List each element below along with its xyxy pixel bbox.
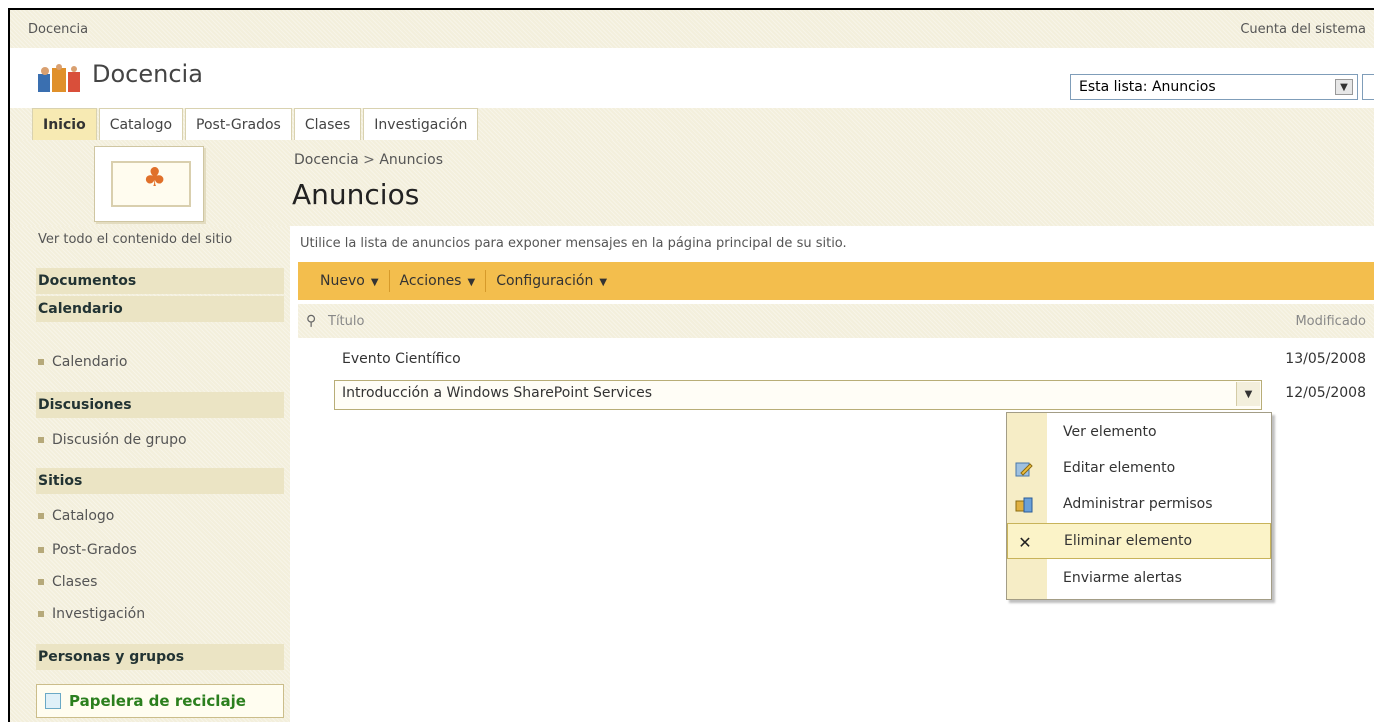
quick-launch: Ver todo el contenido del sitio Document… (10, 226, 290, 722)
table-row[interactable]: Evento Científico 13/05/2008 (298, 346, 1374, 376)
new-label: Nuevo (320, 273, 365, 289)
recycle-bin-link[interactable]: Papelera de reciclaje (36, 684, 284, 718)
permissions-icon (1015, 496, 1033, 514)
account-menu[interactable]: Cuenta del sistema (1240, 22, 1366, 37)
row-modified: 13/05/2008 (1285, 351, 1366, 367)
table-row-selected[interactable]: Introducción a Windows SharePoint Servic… (298, 380, 1374, 410)
bullet-icon (38, 513, 44, 519)
search-scope-value: Esta lista: Anuncios (1079, 79, 1216, 95)
tab-post-grados[interactable]: Post-Grados (185, 108, 292, 140)
column-title[interactable]: Título (328, 314, 364, 329)
nav-item-catalogo[interactable]: Catalogo (38, 508, 114, 524)
column-modified[interactable]: Modificado (1295, 314, 1366, 329)
delete-icon: ✕ (1018, 532, 1032, 552)
list-description: Utilice la lista de anuncios para expone… (300, 236, 847, 251)
item-context-menu: Ver elemento Editar elemento Administrar… (1006, 412, 1272, 600)
menu-item-view[interactable]: Ver elemento (1007, 415, 1271, 451)
breadcrumb-site[interactable]: Docencia (294, 152, 359, 168)
nav-item-label: Calendario (52, 354, 128, 370)
nav-calendar-heading[interactable]: Calendario (36, 296, 284, 322)
menu-item-label: Eliminar elemento (1064, 533, 1193, 549)
search-scope-select[interactable]: Esta lista: Anuncios ▼ (1070, 74, 1358, 100)
menu-item-label: Administrar permisos (1063, 496, 1213, 512)
site-logo-icon (38, 64, 80, 92)
nav-item-label: Post-Grados (52, 542, 137, 558)
recycle-bin-label: Papelera de reciclaje (69, 692, 246, 710)
view-all-content-link[interactable]: Ver todo el contenido del sitio (38, 232, 268, 248)
menu-item-alerts[interactable]: Enviarme alertas (1007, 561, 1271, 597)
menu-item-label: Ver elemento (1063, 424, 1157, 440)
menu-item-label: Editar elemento (1063, 460, 1176, 476)
bullet-icon (38, 547, 44, 553)
nav-item-label: Catalogo (52, 508, 115, 524)
site-title[interactable]: Docencia (92, 60, 203, 88)
settings-label: Configuración (496, 273, 594, 289)
bullet-icon (38, 611, 44, 617)
chevron-down-icon: ▼ (370, 277, 379, 288)
tab-clases[interactable]: Clases (293, 108, 362, 140)
announcements-icon: ♣ (94, 146, 204, 222)
nav-item-investigacion[interactable]: Investigación (38, 606, 145, 622)
nav-item-label: Clases (52, 574, 98, 590)
menu-item-permissions[interactable]: Administrar permisos (1007, 487, 1271, 523)
list-toolbar: Nuevo ▼ Acciones ▼ Configuración ▼ (298, 262, 1374, 300)
title-area: ♣ Docencia > Anuncios Anuncios (10, 140, 1374, 226)
nav-item-label: Discusión de grupo (52, 432, 187, 448)
nav-sites-heading[interactable]: Sitios (36, 468, 284, 494)
nav-documents[interactable]: Documentos (36, 268, 284, 294)
top-nav-tabs: Inicio Catalogo Post-Grados Clases Inves… (10, 108, 1374, 140)
site-header: Docencia Esta lista: Anuncios ▼ (10, 48, 1374, 108)
new-menu-button[interactable]: Nuevo ▼ (310, 273, 389, 289)
page-title: Anuncios (292, 178, 420, 211)
breadcrumb-separator: > (358, 152, 380, 168)
menu-item-delete[interactable]: ✕ Eliminar elemento (1007, 523, 1271, 559)
bullet-icon (38, 579, 44, 585)
tab-inicio[interactable]: Inicio (32, 108, 97, 140)
row-title[interactable]: Introducción a Windows SharePoint Servic… (342, 385, 652, 401)
actions-menu-button[interactable]: Acciones ▼ (390, 273, 486, 289)
tab-catalogo[interactable]: Catalogo (98, 108, 184, 140)
settings-menu-button[interactable]: Configuración ▼ (486, 273, 617, 289)
recycle-bin-icon (45, 693, 61, 709)
row-modified: 12/05/2008 (1285, 385, 1366, 401)
nav-item-label: Investigación (52, 606, 146, 622)
nav-item-post-grados[interactable]: Post-Grados (38, 542, 137, 558)
nav-people-heading[interactable]: Personas y grupos (36, 644, 284, 670)
chevron-down-icon[interactable]: ▼ (1236, 382, 1260, 406)
nav-item-clases[interactable]: Clases (38, 574, 97, 590)
breadcrumb: Docencia > Anuncios (294, 152, 443, 168)
tab-investigacion[interactable]: Investigación (363, 108, 479, 140)
column-header-row: ⚲ Título Modificado (298, 304, 1374, 338)
site-link[interactable]: Docencia (28, 22, 88, 37)
chevron-down-icon: ▼ (599, 277, 608, 288)
attachment-icon[interactable]: ⚲ (306, 313, 316, 329)
menu-item-edit[interactable]: Editar elemento (1007, 451, 1271, 487)
row-title[interactable]: Evento Científico (342, 351, 461, 367)
nav-item-discusion[interactable]: Discusión de grupo (38, 432, 187, 448)
breadcrumb-current[interactable]: Anuncios (379, 152, 443, 168)
search-input[interactable] (1362, 74, 1374, 100)
actions-label: Acciones (399, 273, 462, 289)
bullet-icon (38, 437, 44, 443)
bullet-icon (38, 359, 44, 365)
nav-discussions-heading[interactable]: Discusiones (36, 392, 284, 418)
browser-frame: Docencia Cuenta del sistema Docencia Est… (8, 8, 1374, 722)
global-bar: Docencia Cuenta del sistema (10, 10, 1374, 48)
chevron-down-icon: ▼ (467, 277, 476, 288)
nav-item-calendario[interactable]: Calendario (38, 354, 127, 370)
chevron-down-icon[interactable]: ▼ (1335, 79, 1353, 95)
menu-item-label: Enviarme alertas (1063, 570, 1182, 586)
edit-icon (1015, 460, 1033, 478)
